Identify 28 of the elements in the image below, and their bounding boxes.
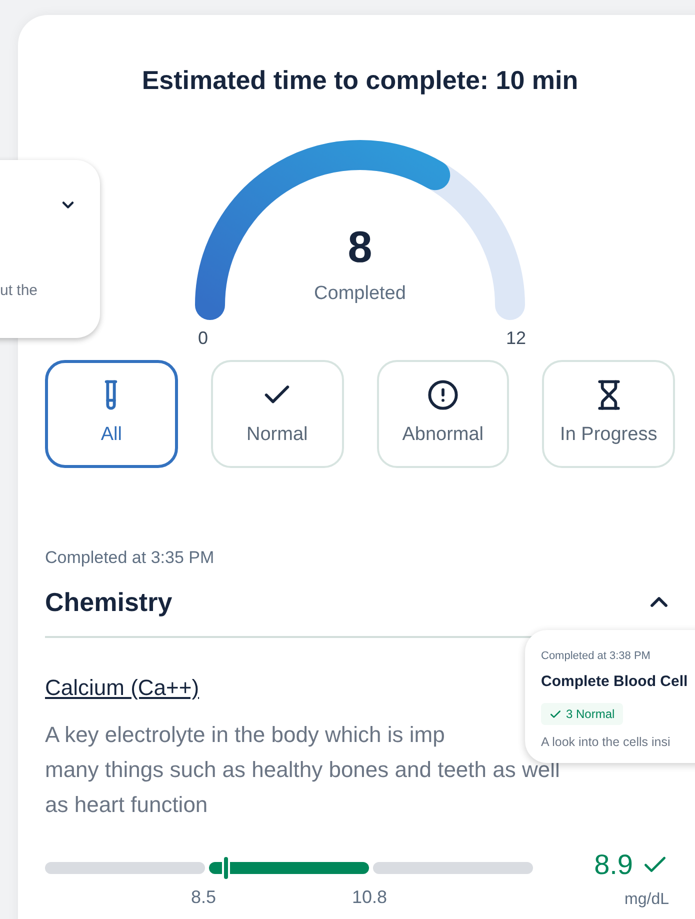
filter-chip[interactable]: Normal [210,360,344,468]
gauge-max-label: 12 [506,327,526,350]
test-name-link[interactable]: Calcium (Ca++) [45,670,200,704]
side-card-caption: Completed at 3:38 PM [541,649,650,664]
test-unit: mg/dL [624,890,669,910]
filter-chip[interactable]: In Progress [542,360,675,468]
filter-chip[interactable]: All [45,360,178,468]
section-title: Chemistry [45,586,172,618]
filter-chip[interactable]: Abnormal [376,360,510,468]
side-card-text: ut the [0,281,38,301]
estimated-time-title: Estimated time to complete: 10 min [140,64,580,97]
side-card[interactable]: ut the [0,160,100,338]
range-high-label: 10.8 [352,886,388,908]
side-card-title: Complete Blood Cell [541,672,688,692]
completed-label: Completed [313,282,407,306]
description-line: as heart function [45,792,208,818]
badge-text: 3 Normal [566,706,615,723]
section-caption: Completed at 3:35 PM [45,547,216,569]
description-line: A key electrolyte in the body which is imp [45,722,445,748]
range-low-label: 8.5 [191,886,216,908]
side-card[interactable]: Completed at 3:38 PM Complete Blood Cell 3 Normal A look into the cells insi [525,630,695,763]
value-marker [222,854,230,880]
gauge-min-label: 0 [198,327,208,350]
alert-circle-icon [426,378,459,411]
test-value: 8.9 [594,848,633,882]
completed-count: 8 [346,226,374,270]
check-icon [549,708,562,720]
side-card-text: A look into the cells insi [541,734,670,751]
